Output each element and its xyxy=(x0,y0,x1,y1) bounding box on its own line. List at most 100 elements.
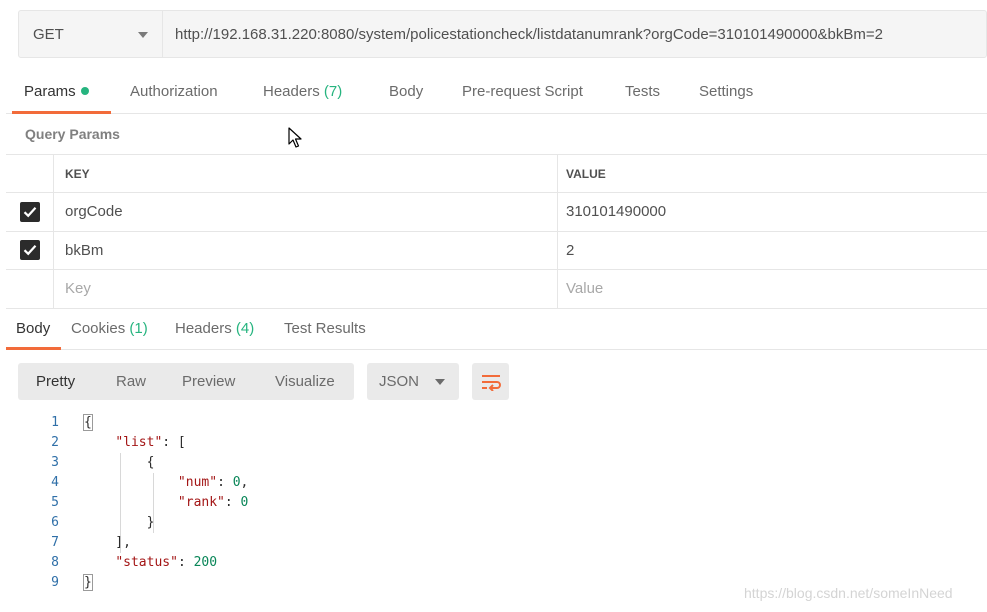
param-value-field[interactable]: 2 xyxy=(558,232,987,270)
tab-label: Pre-request Script xyxy=(462,83,583,100)
json-punct-token: } xyxy=(83,574,93,591)
line-number: 8 xyxy=(51,555,59,570)
json-punct-token: { xyxy=(83,414,93,431)
url-input[interactable]: http://192.168.31.220:8080/system/police… xyxy=(163,11,986,57)
mouse-cursor-icon xyxy=(288,127,302,154)
active-tab-indicator xyxy=(6,347,61,350)
key-column-header: KEY xyxy=(54,155,558,192)
format-button-group: Pretty Raw Preview Visualize xyxy=(18,363,354,400)
param-value-field[interactable]: 310101490000 xyxy=(558,193,987,231)
json-key-token: "num" xyxy=(177,475,218,490)
code-line: 1{ xyxy=(0,413,987,433)
request-tabs: Params Authorization Headers (7) Body Pr… xyxy=(6,72,987,114)
row-check-cell xyxy=(6,270,54,308)
json-punct-token: : xyxy=(224,495,241,510)
json-punct-token xyxy=(84,475,178,490)
code-line: 5 "rank": 0 xyxy=(0,493,987,513)
tab-response-headers[interactable]: Headers (4) xyxy=(175,309,254,350)
query-params-title: Query Params xyxy=(25,126,120,142)
code-line: 6 } xyxy=(0,513,987,533)
row-check-cell xyxy=(6,231,54,269)
line-text: } xyxy=(83,573,93,593)
tab-headers[interactable]: Headers (7) xyxy=(263,72,342,114)
query-params-table: KEY VALUE orgCode 310101490000 bkBm 2 Ke… xyxy=(6,154,987,309)
tab-authorization[interactable]: Authorization xyxy=(130,72,218,114)
wrap-lines-button[interactable] xyxy=(472,363,509,400)
code-line: 8 "status": 200 xyxy=(0,553,987,573)
visualize-button[interactable]: Visualize xyxy=(275,363,335,400)
chevron-down-icon xyxy=(138,32,148,38)
table-row: orgCode 310101490000 xyxy=(6,193,987,232)
tab-label: Body xyxy=(389,83,424,100)
tab-test-results[interactable]: Test Results xyxy=(284,309,366,350)
new-key-input[interactable]: Key xyxy=(54,270,558,308)
code-line: 2 "list": [ xyxy=(0,433,987,453)
line-number: 6 xyxy=(51,515,59,530)
response-tabs: Body Cookies (1) Headers (4) Test Result… xyxy=(6,309,987,350)
request-url-bar: GET http://192.168.31.220:8080/system/po… xyxy=(18,10,987,58)
line-text: ], xyxy=(84,533,131,553)
checkmark-icon xyxy=(23,245,36,256)
language-select[interactable]: JSON xyxy=(367,363,459,400)
checkmark-icon xyxy=(23,206,36,218)
chevron-down-icon xyxy=(435,379,445,385)
pretty-button[interactable]: Pretty xyxy=(36,363,75,400)
line-text: "list": [ xyxy=(84,433,186,453)
tab-label: Body xyxy=(16,320,51,337)
language-label: JSON xyxy=(379,373,420,390)
line-number: 3 xyxy=(51,455,59,470)
json-punct-token: } xyxy=(84,515,155,530)
code-line: 7 ], xyxy=(0,533,987,553)
tab-label: Authorization xyxy=(130,83,218,100)
param-key-field[interactable]: orgCode xyxy=(54,193,558,231)
header-check-cell xyxy=(6,155,54,192)
code-line: 3 { xyxy=(0,453,987,473)
value-column-header: VALUE xyxy=(566,166,606,181)
http-method-select[interactable]: GET xyxy=(19,11,163,57)
json-punct-token xyxy=(84,435,115,450)
row-check-cell xyxy=(6,193,54,231)
tab-count: (4) xyxy=(235,320,255,337)
tab-label: Headers xyxy=(263,83,320,100)
tab-params[interactable]: Params xyxy=(24,72,89,114)
code-line: 4 "num": 0, xyxy=(0,473,987,493)
wrap-lines-icon xyxy=(481,374,501,391)
tab-body[interactable]: Body xyxy=(389,72,423,114)
line-text: { xyxy=(84,453,155,473)
json-punct-token: ], xyxy=(84,535,131,550)
param-checkbox[interactable] xyxy=(19,201,40,222)
json-number-token: 0 xyxy=(240,495,249,510)
json-key-token: "rank" xyxy=(177,495,225,510)
preview-button[interactable]: Preview xyxy=(182,363,235,400)
tab-pre-request-script[interactable]: Pre-request Script xyxy=(462,72,583,114)
tab-label: Params xyxy=(24,83,76,100)
table-row: bkBm 2 xyxy=(6,231,987,270)
tab-label: Test Results xyxy=(284,320,366,337)
param-key-field[interactable]: bkBm xyxy=(54,231,558,269)
tab-response-body[interactable]: Body xyxy=(16,309,50,350)
response-body-code[interactable]: 1{2 "list": [3 {4 "num": 0, 5 "rank": 06 … xyxy=(0,413,987,593)
new-value-input[interactable]: Value xyxy=(558,270,987,308)
json-punct-token xyxy=(84,555,115,570)
tab-tests[interactable]: Tests xyxy=(625,72,660,114)
param-checkbox[interactable] xyxy=(19,240,40,261)
table-header-row: KEY VALUE xyxy=(6,155,987,193)
line-number: 4 xyxy=(51,475,59,490)
line-text: { xyxy=(83,413,93,433)
json-number-token: 200 xyxy=(193,555,218,570)
json-punct-token xyxy=(84,495,178,510)
line-number: 7 xyxy=(51,535,59,550)
line-number: 2 xyxy=(51,435,59,450)
json-punct-token: { xyxy=(84,455,155,470)
tab-settings[interactable]: Settings xyxy=(699,72,753,114)
http-method-label: GET xyxy=(33,25,64,43)
tab-cookies[interactable]: Cookies (1) xyxy=(71,309,148,350)
line-number: 5 xyxy=(51,495,59,510)
tab-label: Tests xyxy=(625,83,661,100)
table-row-new: Key Value xyxy=(6,270,987,309)
line-text: } xyxy=(84,513,155,533)
json-punct-token: : [ xyxy=(162,435,186,450)
raw-button[interactable]: Raw xyxy=(116,363,146,400)
json-punct-token: , xyxy=(240,475,249,490)
line-text: "num": 0, xyxy=(84,473,248,493)
